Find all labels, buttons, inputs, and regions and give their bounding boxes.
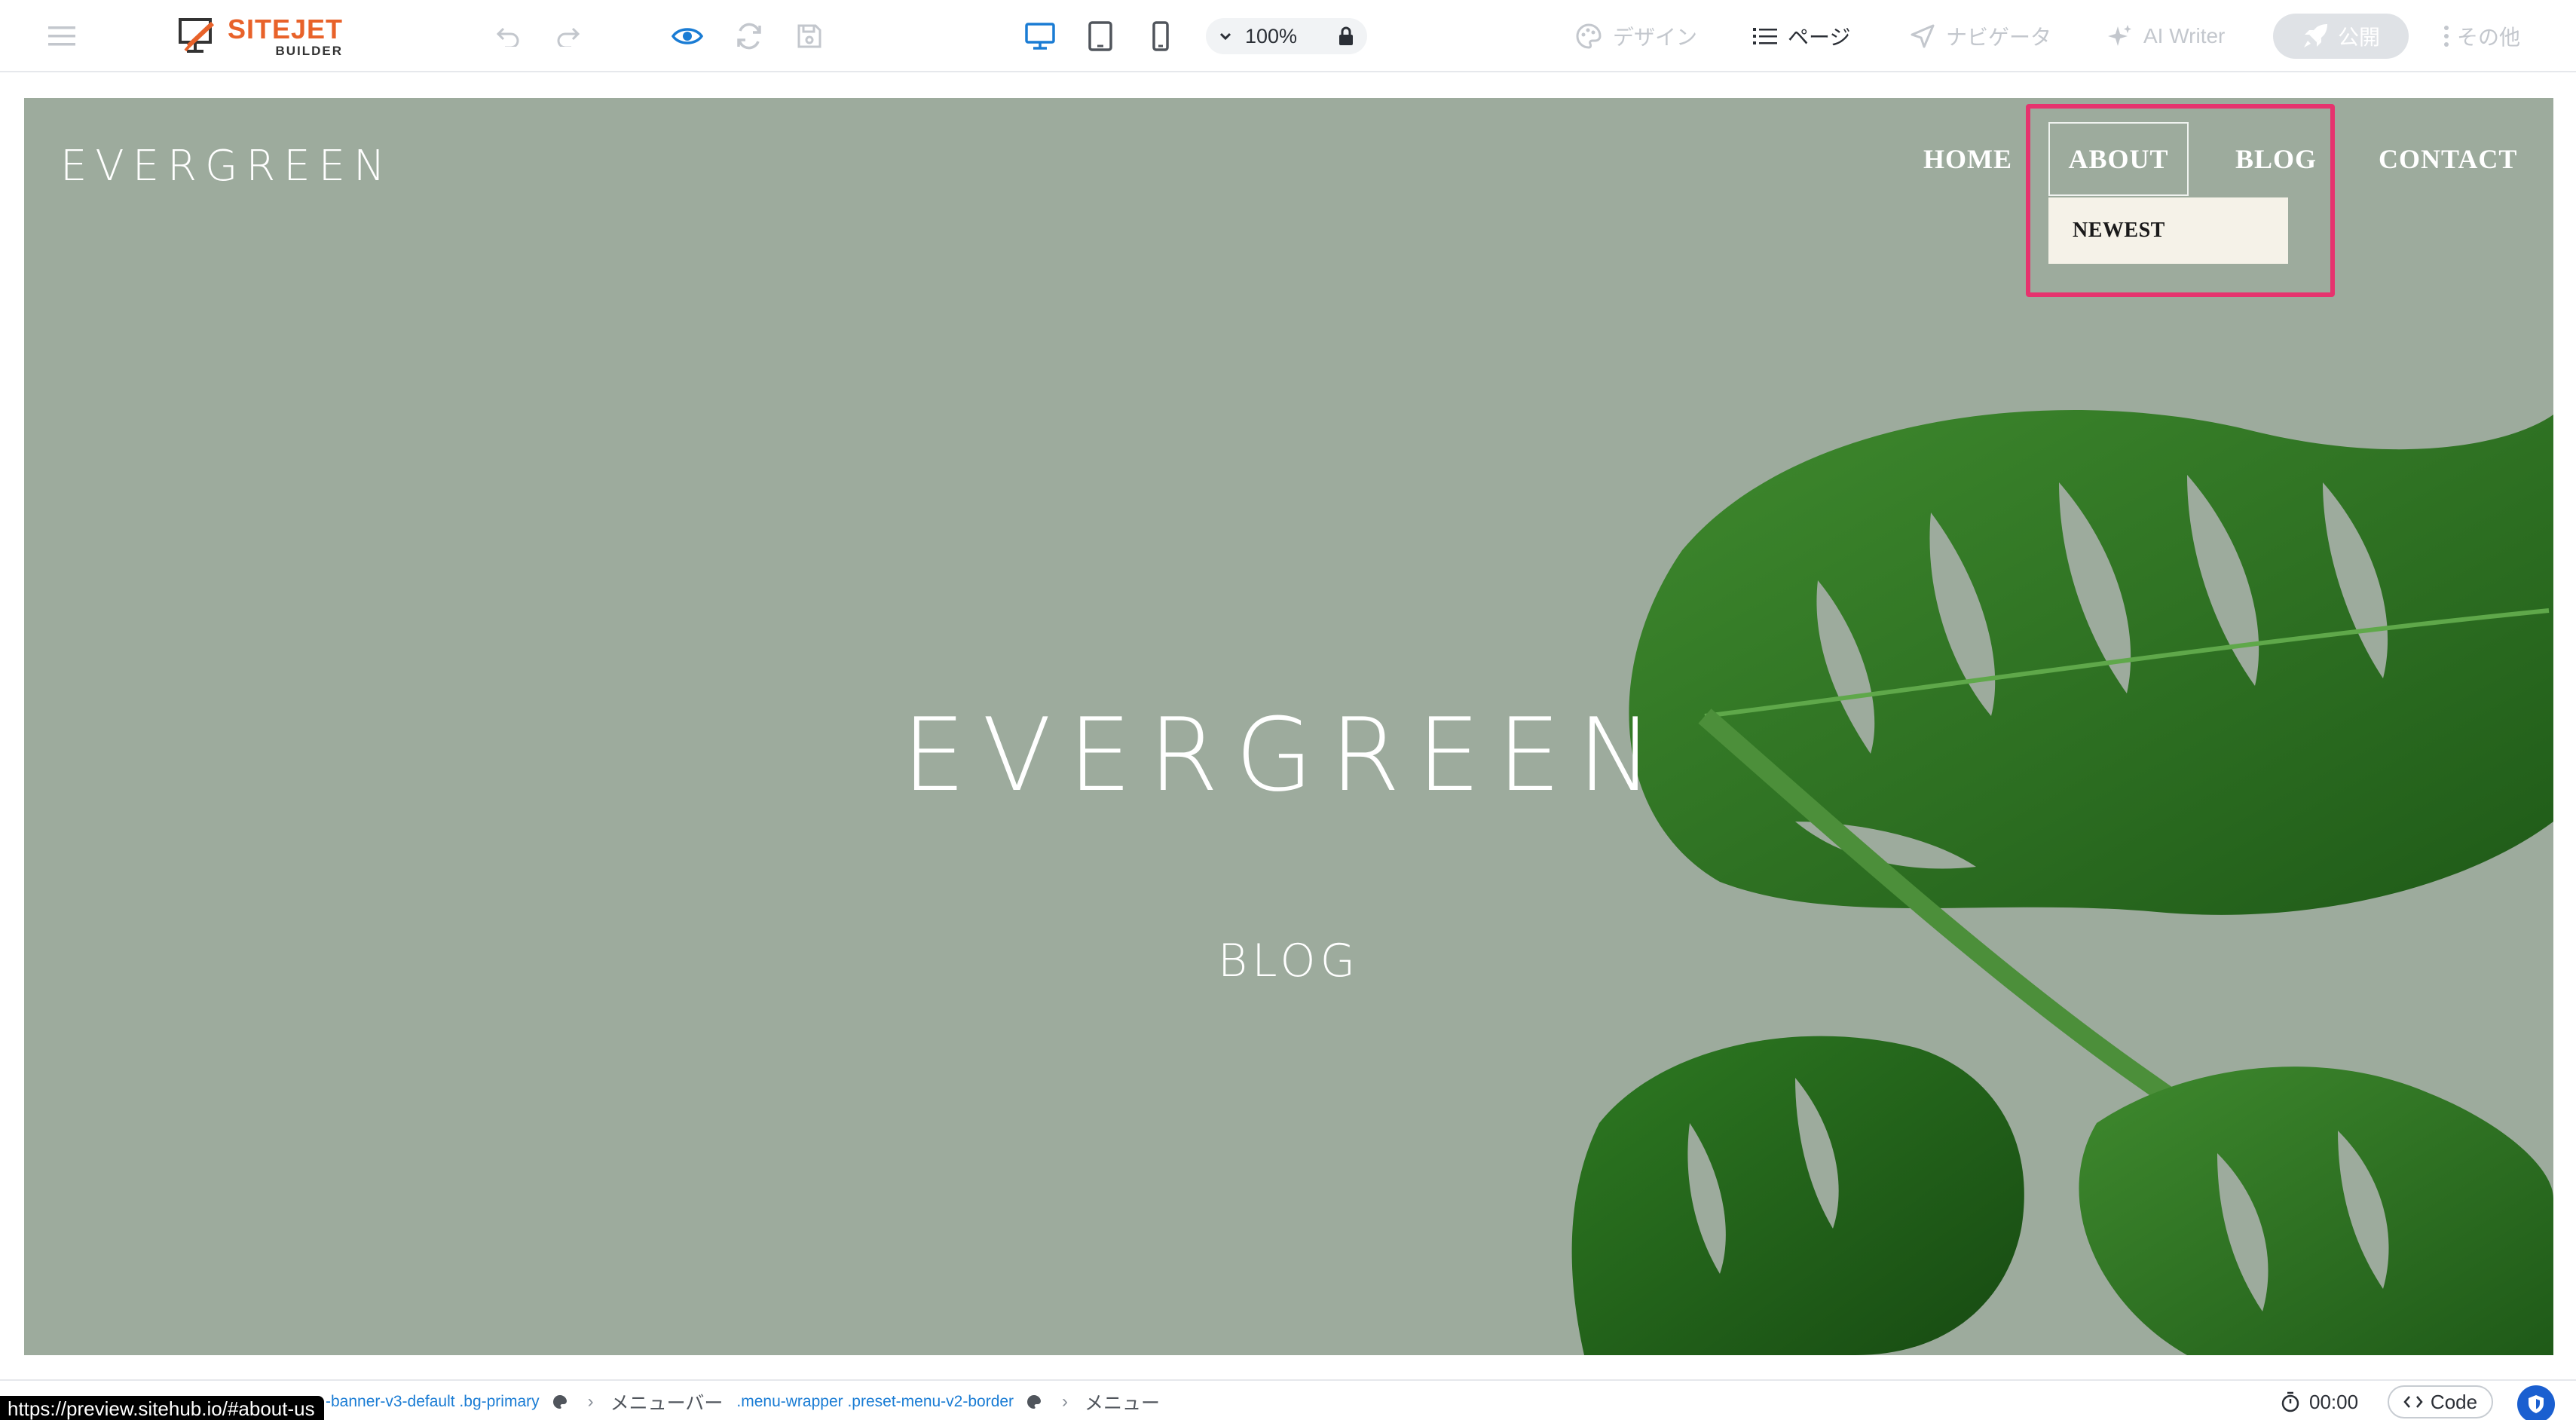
rocket-icon (2303, 24, 2327, 47)
website-canvas[interactable]: EVERGREEN HOME ABOUT BLOG CONTACT NEWEST… (24, 98, 2553, 1355)
save-button[interactable] (790, 17, 829, 56)
desktop-icon (1025, 23, 1055, 50)
desktop-view-button[interactable] (1019, 17, 1061, 56)
palette-icon[interactable] (552, 1394, 568, 1410)
hero-title[interactable]: EVERGREEN (902, 696, 1670, 814)
code-brackets-icon (2403, 1396, 2423, 1408)
tablet-icon (1088, 21, 1112, 51)
navigation-arrow-icon (1911, 24, 1935, 48)
more-vertical-icon (2444, 26, 2449, 47)
privacy-shield-button[interactable] (2517, 1385, 2555, 1420)
design-label: デザイン (1613, 26, 1698, 49)
logo-wordmark: SITEJET (228, 13, 344, 44)
navigator-label: ナビゲータ (1946, 26, 2052, 49)
hamburger-menu-button[interactable] (42, 17, 81, 56)
link-url-tooltip: https://preview.sitehub.io/#about-us (0, 1396, 324, 1420)
breadcrumb-item-menubar[interactable]: メニューバー (610, 1388, 724, 1415)
more-options-button[interactable]: その他 (2442, 17, 2520, 56)
editor-toolbar: SITEJET BUILDER 100% デザイン ページ ナビゲータ AI W… (0, 0, 2576, 72)
pages-label: ページ (1788, 26, 1851, 49)
save-icon (797, 24, 821, 48)
publish-label: 公開 (2337, 26, 2380, 49)
refresh-button[interactable] (730, 17, 769, 56)
more-label: その他 (2457, 26, 2521, 49)
breadcrumb-item-menu[interactable]: メニュー (1085, 1388, 1160, 1415)
palette-icon (1576, 23, 1602, 49)
code-label: Code (2430, 1390, 2478, 1413)
session-timer: 00:00 (2281, 1388, 2358, 1415)
undo-button[interactable] (488, 17, 528, 56)
list-icon (1753, 28, 1777, 44)
breadcrumb: -banner-v3-default .bg-primary › メニューバー … (326, 1388, 1160, 1415)
pages-button[interactable]: ページ (1753, 17, 1850, 56)
undo-icon (496, 27, 519, 47)
chevron-down-icon (1219, 32, 1231, 41)
redo-icon (557, 27, 580, 47)
hamburger-icon (48, 26, 75, 46)
preview-button[interactable] (668, 17, 707, 56)
navigator-button[interactable]: ナビゲータ (1910, 17, 2051, 56)
site-logo[interactable]: EVERGREEN (60, 142, 393, 191)
nav-link-contact[interactable]: CONTACT (2379, 143, 2517, 175)
nav-link-home[interactable]: HOME (1923, 143, 2012, 175)
mobile-icon (1152, 21, 1169, 51)
design-button[interactable]: デザイン (1575, 17, 1697, 56)
stopwatch-icon (2281, 1391, 2299, 1412)
logo-subtitle: BUILDER (275, 43, 344, 58)
monstera-leaves-image (1571, 409, 2553, 1355)
breadcrumb-separator: › (587, 1391, 594, 1412)
mobile-view-button[interactable] (1141, 17, 1180, 56)
zoom-dropdown[interactable]: 100% (1206, 18, 1367, 54)
lock-icon[interactable] (1335, 26, 1357, 47)
hero-subtitle[interactable]: BLOG (1218, 935, 1360, 987)
eye-icon (672, 28, 703, 44)
shield-icon (2529, 1395, 2544, 1413)
hero-subtitle-wrap: BLOG (24, 935, 2553, 987)
selection-highlight (2026, 104, 2335, 297)
sparkle-icon (2108, 25, 2131, 46)
monitor-brush-icon (179, 18, 215, 53)
ai-writer-label: AI Writer (2143, 24, 2226, 47)
breadcrumb-item-menu-wrapper[interactable]: .menu-wrapper .preset-menu-v2-border (736, 1393, 1014, 1411)
hero-title-wrap: EVERGREEN (24, 696, 2553, 814)
timer-value: 00:00 (2309, 1390, 2359, 1413)
sitejet-logo: SITEJET BUILDER (178, 15, 343, 57)
breadcrumb-item-banner[interactable]: -banner-v3-default .bg-primary (326, 1393, 540, 1411)
publish-button[interactable]: 公開 (2273, 14, 2409, 59)
refresh-icon (737, 23, 761, 50)
ai-writer-button[interactable]: AI Writer (2107, 17, 2225, 56)
zoom-level: 100% (1245, 24, 1298, 47)
palette-icon[interactable] (1026, 1394, 1042, 1410)
breadcrumb-separator: › (1062, 1391, 1069, 1412)
redo-button[interactable] (549, 17, 588, 56)
code-button[interactable]: Code (2388, 1385, 2493, 1418)
tablet-view-button[interactable] (1081, 17, 1120, 56)
